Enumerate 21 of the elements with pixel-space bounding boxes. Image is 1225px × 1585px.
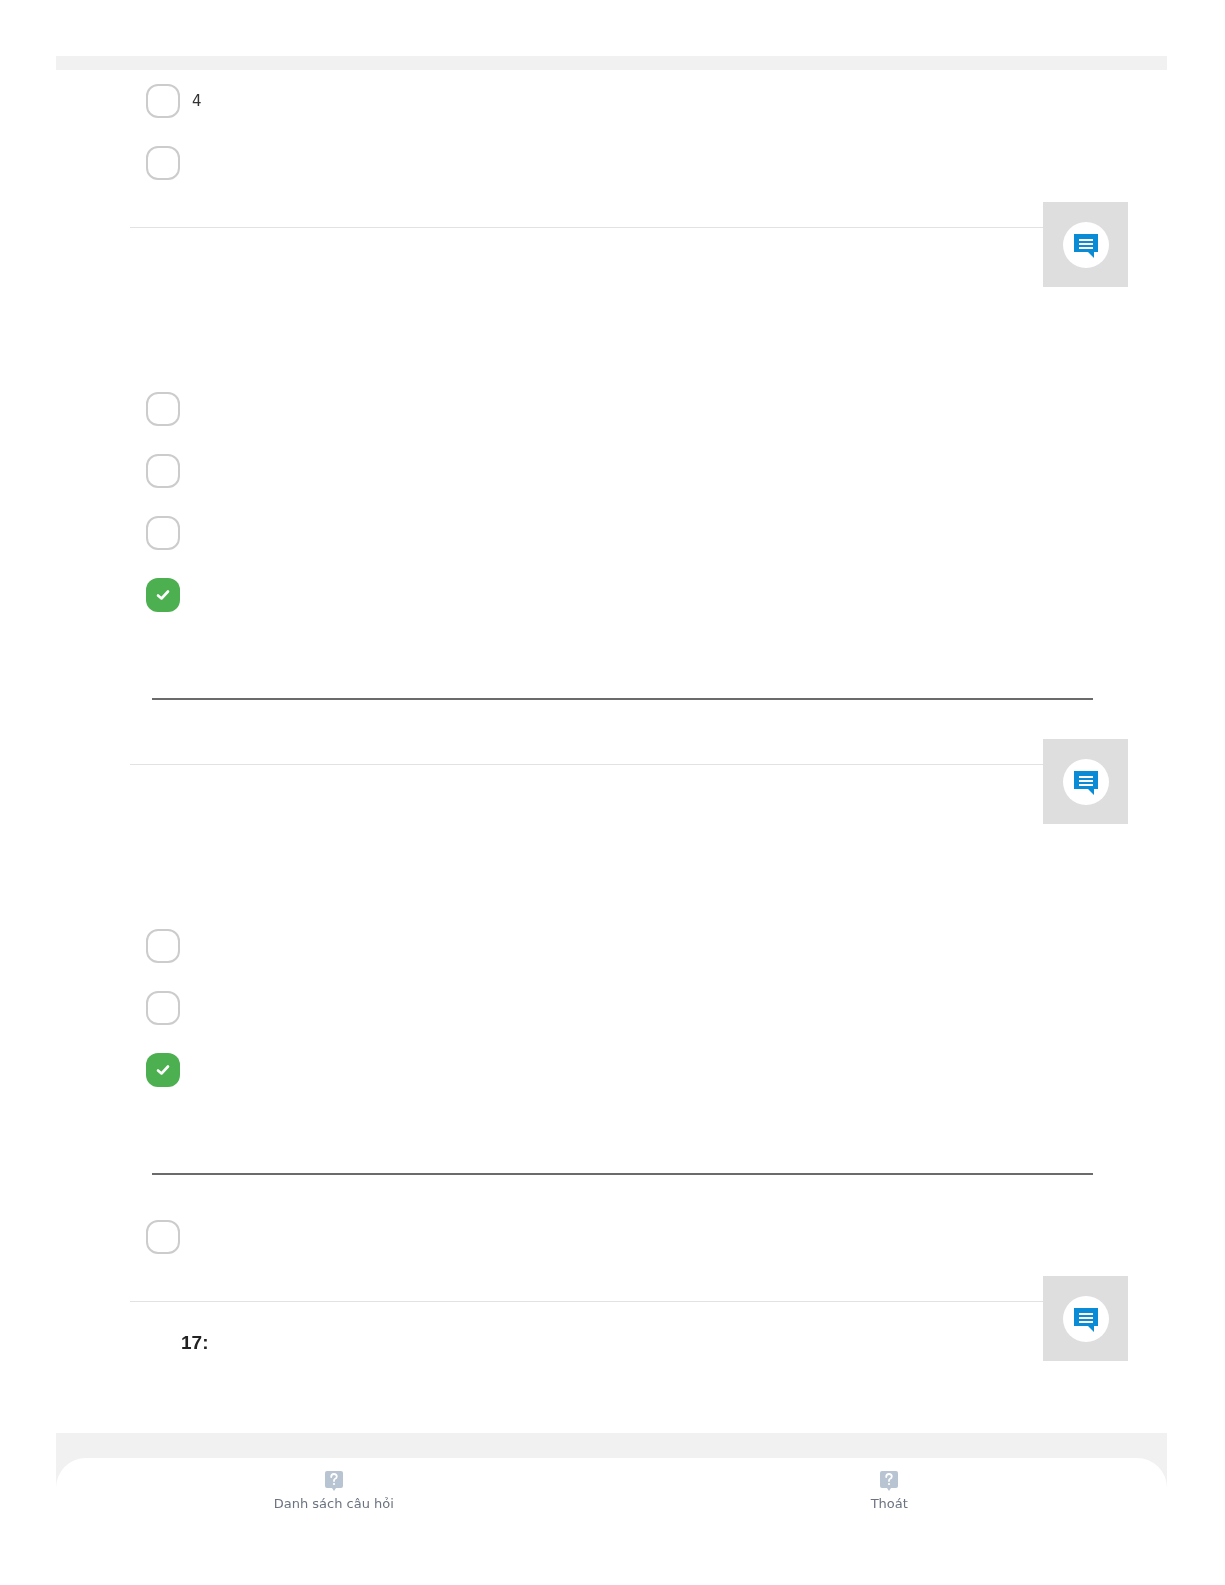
answer-radio[interactable] [146, 146, 180, 180]
check-icon [156, 1064, 170, 1076]
answer-radio[interactable] [146, 454, 180, 488]
nav-link[interactable]: Thoát [870, 1458, 908, 1528]
answer-radio[interactable] [146, 392, 180, 426]
question-number: 17: [181, 1332, 209, 1354]
answer-radio[interactable] [146, 578, 180, 612]
comment-button[interactable] [1043, 1276, 1128, 1361]
answer-radio[interactable] [146, 1220, 180, 1254]
nav-link[interactable]: Danh sách câu hỏi [273, 1458, 394, 1528]
help-icon [323, 1470, 344, 1492]
comment-button[interactable] [1043, 739, 1128, 824]
comment-button[interactable] [1043, 202, 1128, 287]
answer-radio[interactable] [146, 929, 180, 963]
answer-text: 4 [192, 92, 202, 110]
answer-radio[interactable] [146, 84, 180, 118]
answer-radio[interactable] [146, 516, 180, 550]
answer-radio[interactable] [146, 1053, 180, 1087]
answer-radio[interactable] [146, 991, 180, 1025]
help-icon [879, 1470, 900, 1492]
check-icon [156, 589, 170, 601]
